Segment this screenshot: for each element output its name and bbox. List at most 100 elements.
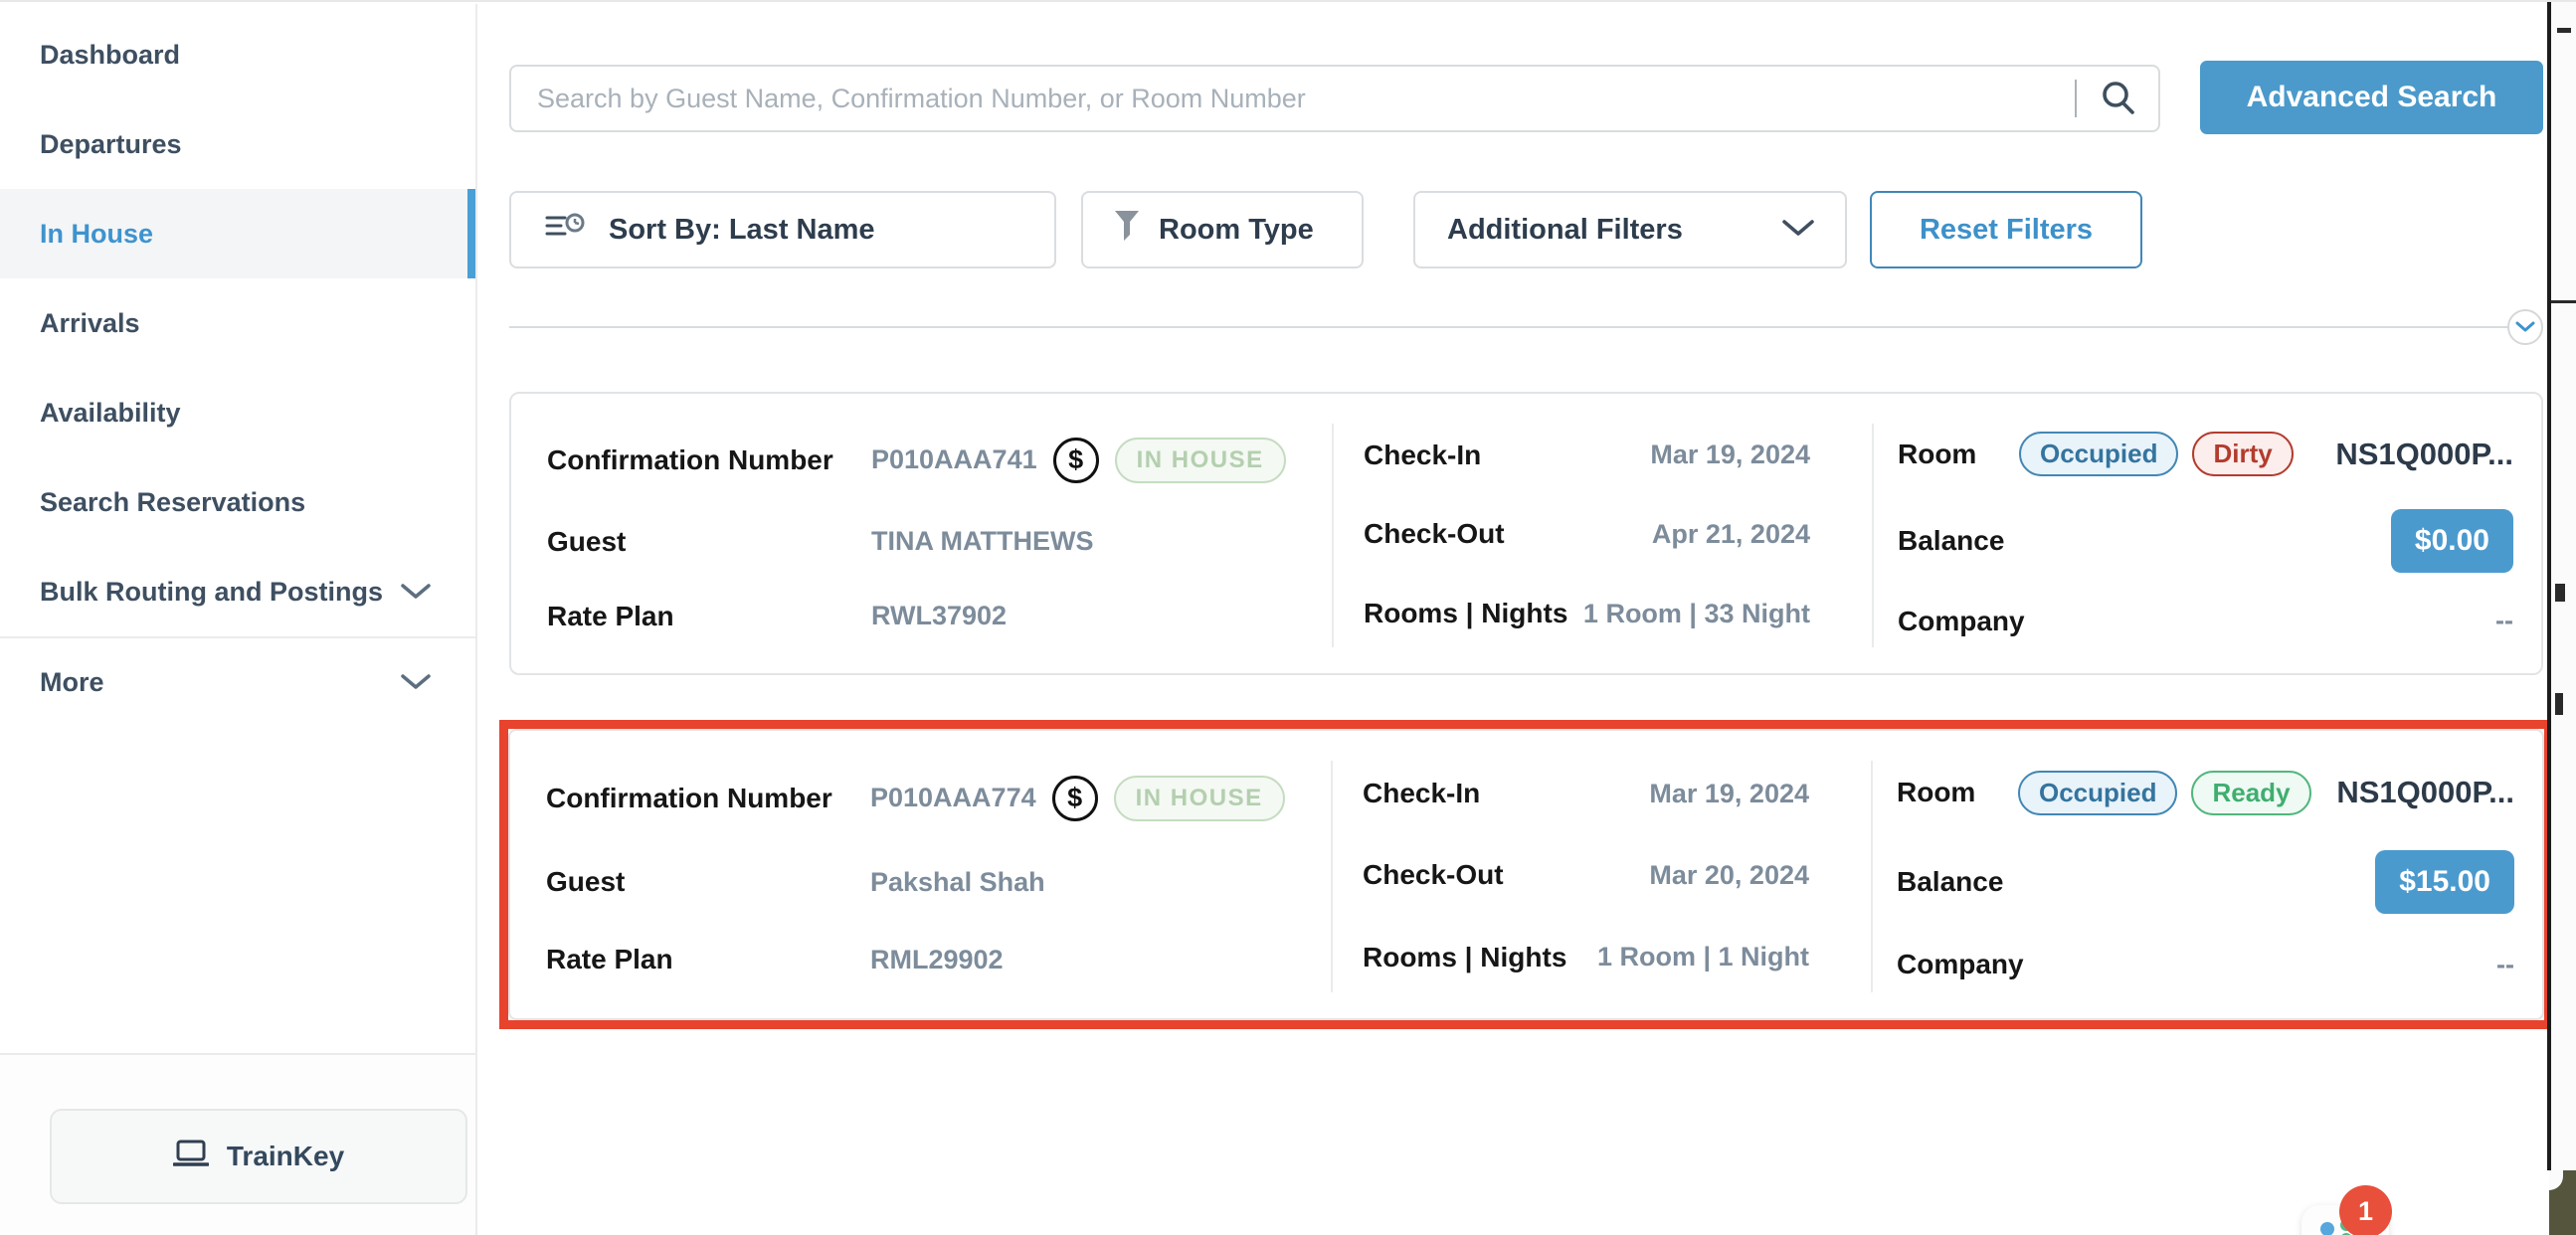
- check-out-value: Apr 21, 2024: [1652, 519, 1810, 550]
- room-row: Room Occupied Dirty NS1Q000P...: [1898, 432, 2513, 476]
- sidebar-footer: TrainKey: [0, 1053, 475, 1235]
- rate-plan-label: Rate Plan: [546, 944, 870, 975]
- rate-plan-value: RML29902: [870, 945, 1004, 975]
- guest-row: Guest Pakshal Shah: [546, 866, 1321, 898]
- sidebar-item-in-house[interactable]: In House: [0, 189, 475, 278]
- card-identity-column: Confirmation Number P010AAA774 $ IN HOUS…: [510, 731, 1331, 1018]
- sidebar-item-label: More: [40, 667, 104, 698]
- chevron-down-icon: [1781, 214, 1815, 247]
- sidebar-item-label: Arrivals: [40, 308, 140, 339]
- search-icon[interactable]: [2099, 79, 2138, 118]
- sidebar-item-label: Departures: [40, 129, 182, 160]
- sidebar-item-arrivals[interactable]: Arrivals: [0, 278, 475, 368]
- dollar-icon[interactable]: $: [1053, 438, 1099, 483]
- laptop-icon: [173, 1140, 209, 1174]
- sidebar-item-search-reservations[interactable]: Search Reservations: [0, 457, 475, 547]
- chevron-down-icon: [400, 667, 432, 698]
- card-dates-column: Check-In Mar 19, 2024 Check-Out Mar 20, …: [1331, 731, 1871, 1018]
- notification-badge: 1: [2339, 1185, 2392, 1235]
- sort-by-dropdown[interactable]: Sort By: Last Name: [509, 191, 1056, 268]
- check-in-label: Check-In: [1364, 440, 1481, 471]
- background-window-strip: [2551, 2, 2576, 1235]
- chevron-down-icon: [2515, 321, 2535, 333]
- room-row: Room Occupied Ready NS1Q000P...: [1897, 771, 2514, 815]
- additional-filters-dropdown[interactable]: Additional Filters: [1413, 191, 1847, 268]
- rooms-nights-label: Rooms | Nights: [1364, 598, 1567, 629]
- company-value: --: [2495, 606, 2513, 636]
- sidebar-item-label: Dashboard: [40, 40, 180, 71]
- chevron-down-icon: [400, 577, 432, 608]
- balance-row: Balance $15.00: [1897, 850, 2514, 914]
- sidebar-item-bulk-routing-postings[interactable]: Bulk Routing and Postings: [0, 547, 475, 636]
- check-in-row: Check-In Mar 19, 2024: [1364, 440, 1810, 471]
- balance-amount-button[interactable]: $15.00: [2375, 850, 2514, 914]
- dollar-icon[interactable]: $: [1052, 776, 1098, 821]
- rooms-nights-label: Rooms | Nights: [1363, 942, 1566, 973]
- guest-value: TINA MATTHEWS: [871, 526, 1093, 557]
- check-out-label: Check-Out: [1364, 518, 1505, 550]
- room-label: Room: [1897, 777, 2018, 808]
- sidebar-item-availability[interactable]: Availability: [0, 368, 475, 457]
- balance-label: Balance: [1897, 866, 2003, 898]
- sidebar-item-label: In House: [40, 219, 153, 250]
- company-row: Company --: [1898, 606, 2513, 637]
- sidebar-nav: Dashboard Departures In House Arrivals A…: [0, 4, 475, 726]
- room-type-filter[interactable]: Room Type: [1081, 191, 1364, 268]
- guest-label: Guest: [546, 866, 870, 898]
- trainkey-button[interactable]: TrainKey: [50, 1109, 467, 1204]
- sidebar-item-dashboard[interactable]: Dashboard: [0, 10, 475, 99]
- confirmation-number-value: P010AAA741: [871, 444, 1037, 475]
- in-house-status-badge: IN HOUSE: [1114, 776, 1285, 821]
- company-value: --: [2496, 950, 2514, 980]
- sidebar-item-label: Bulk Routing and Postings: [40, 577, 383, 608]
- balance-row: Balance $0.00: [1898, 509, 2513, 573]
- room-number-value: NS1Q000P...: [2335, 437, 2513, 472]
- funnel-icon: [1113, 209, 1141, 251]
- room-ready-badge: Ready: [2191, 771, 2310, 815]
- confirmation-number-label: Confirmation Number: [546, 783, 870, 814]
- check-out-row: Check-Out Apr 21, 2024: [1364, 518, 1810, 550]
- sidebar-item-departures[interactable]: Departures: [0, 99, 475, 189]
- card-room-column: Room Occupied Dirty NS1Q000P... Balance …: [1872, 394, 2541, 673]
- additional-filters-label: Additional Filters: [1447, 214, 1683, 247]
- balance-amount-button[interactable]: $0.00: [2391, 509, 2513, 573]
- rooms-nights-value: 1 Room | 33 Night: [1583, 599, 1810, 629]
- column-divider: [1332, 424, 1334, 647]
- rooms-nights-value: 1 Room | 1 Night: [1597, 942, 1809, 972]
- check-in-label: Check-In: [1363, 778, 1480, 809]
- rate-plan-row: Rate Plan RML29902: [546, 944, 1321, 975]
- company-label: Company: [1897, 949, 2024, 980]
- guest-row: Guest TINA MATTHEWS: [547, 526, 1322, 558]
- card-identity-column: Confirmation Number P010AAA741 $ IN HOUS…: [511, 394, 1332, 673]
- check-in-row: Check-In Mar 19, 2024: [1363, 778, 1809, 809]
- in-house-status-badge: IN HOUSE: [1115, 438, 1286, 483]
- rate-plan-label: Rate Plan: [547, 601, 871, 632]
- search-bar: [509, 65, 2160, 132]
- rooms-nights-row: Rooms | Nights 1 Room | 1 Night: [1363, 942, 1809, 973]
- sort-icon: [545, 211, 587, 249]
- room-dirty-badge: Dirty: [2192, 432, 2293, 476]
- reservation-card[interactable]: Confirmation Number P010AAA741 $ IN HOUS…: [509, 392, 2543, 675]
- highlight-frame: Confirmation Number P010AAA774 $ IN HOUS…: [499, 720, 2553, 1029]
- check-in-value: Mar 19, 2024: [1649, 779, 1809, 809]
- search-divider: [2075, 80, 2077, 117]
- confirmation-number-value: P010AAA774: [870, 783, 1036, 813]
- search-input[interactable]: [511, 67, 2075, 130]
- guest-value: Pakshal Shah: [870, 867, 1045, 898]
- advanced-search-button[interactable]: Advanced Search: [2200, 61, 2543, 134]
- reservation-card-highlighted[interactable]: Confirmation Number P010AAA774 $ IN HOUS…: [508, 729, 2544, 1020]
- card-dates-column: Check-In Mar 19, 2024 Check-Out Apr 21, …: [1332, 394, 1872, 673]
- collapse-chevron-button[interactable]: [2507, 309, 2543, 345]
- pms-in-house-page: Dashboard Departures In House Arrivals A…: [0, 0, 2576, 1235]
- column-divider: [1871, 761, 1873, 992]
- sidebar: Dashboard Departures In House Arrivals A…: [0, 4, 477, 1235]
- room-occupied-badge: Occupied: [2019, 432, 2178, 476]
- room-occupied-badge: Occupied: [2018, 771, 2177, 815]
- room-number-value: NS1Q000P...: [2336, 775, 2514, 810]
- sidebar-item-more[interactable]: More: [0, 636, 475, 726]
- reset-filters-button[interactable]: Reset Filters: [1870, 191, 2142, 268]
- card-room-column: Room Occupied Ready NS1Q000P... Balance …: [1871, 731, 2542, 1018]
- check-out-value: Mar 20, 2024: [1649, 860, 1809, 891]
- sidebar-item-label: Availability: [40, 398, 181, 429]
- room-label: Room: [1898, 439, 2019, 470]
